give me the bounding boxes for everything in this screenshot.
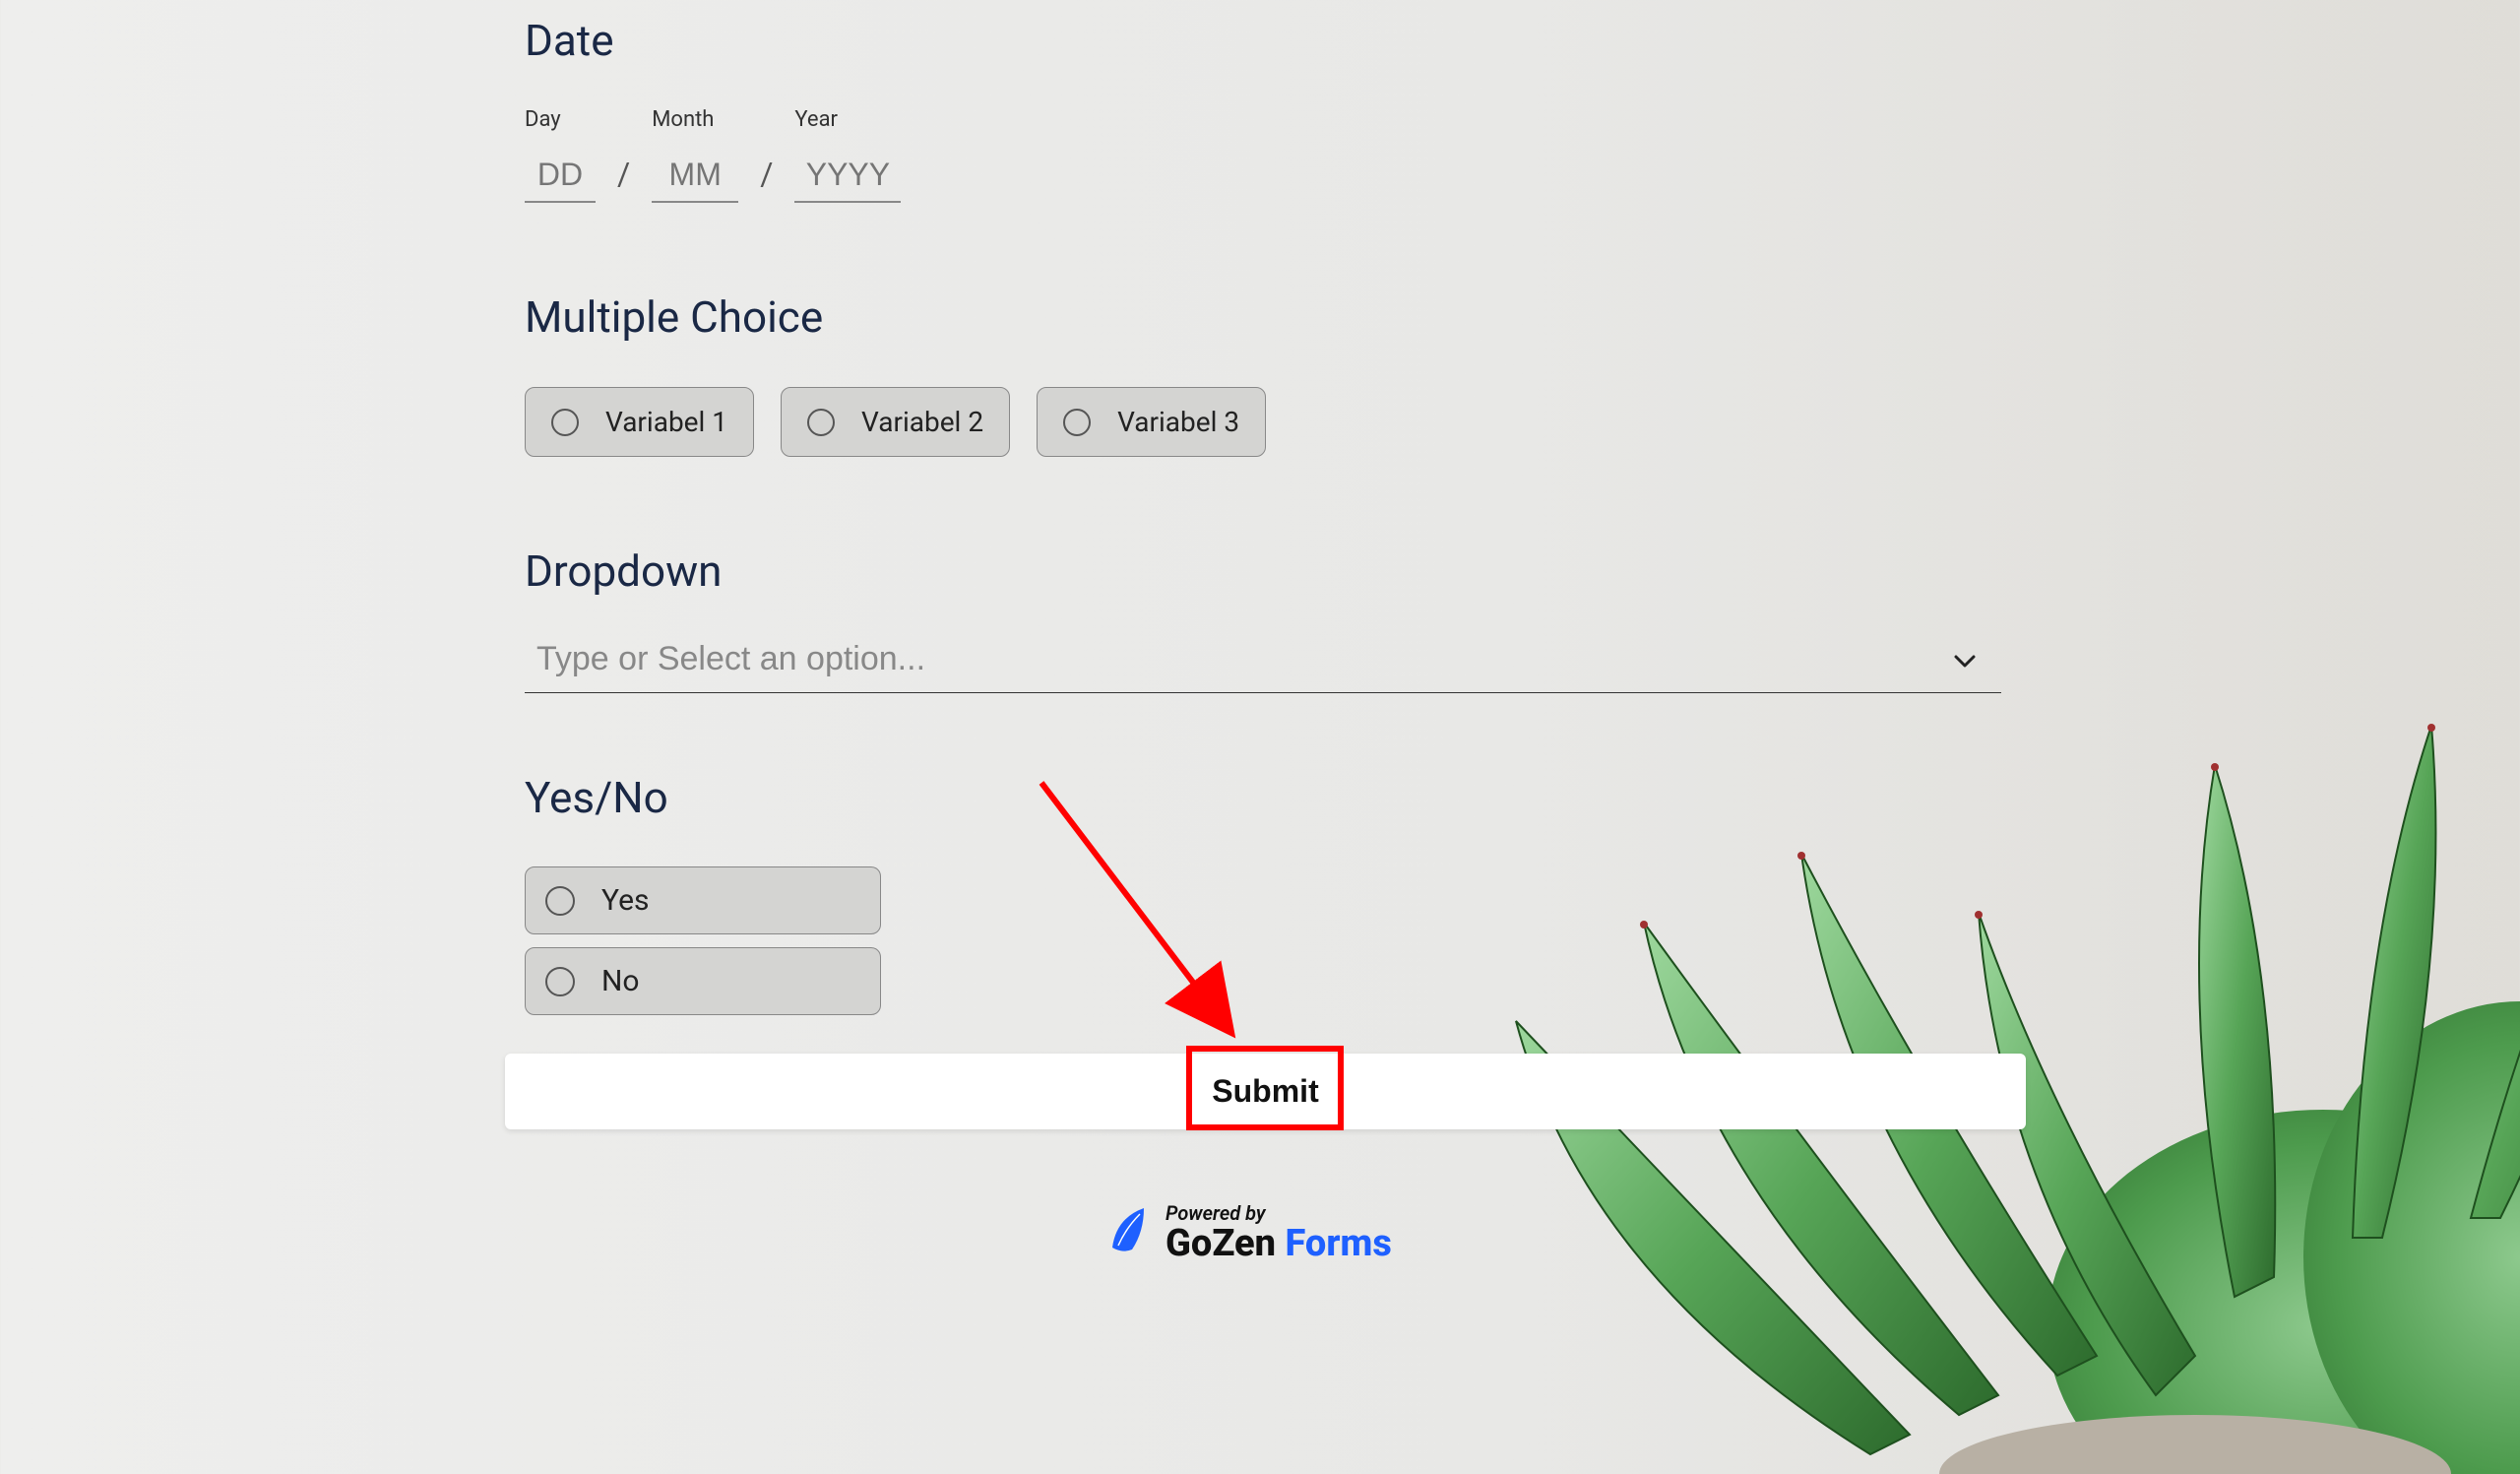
date-section: Date Day / Month / Year	[525, 15, 2021, 203]
date-separator: /	[760, 156, 773, 203]
footer: Powered by GoZen Forms	[1104, 1201, 1392, 1262]
yesno-options: Yes No	[525, 866, 2021, 1015]
date-year-label: Year	[794, 107, 901, 132]
radio-icon	[1063, 409, 1091, 436]
mc-option-3[interactable]: Variabel 3	[1037, 387, 1266, 457]
radio-icon	[545, 886, 575, 916]
date-title: Date	[525, 15, 2021, 66]
mc-option-1[interactable]: Variabel 1	[525, 387, 754, 457]
radio-icon	[807, 409, 835, 436]
footer-brand-forms: Forms	[1286, 1222, 1392, 1265]
date-month-label: Month	[652, 107, 738, 132]
radio-icon	[551, 409, 579, 436]
footer-brand-gozen: GoZen	[1166, 1222, 1286, 1265]
date-inputs-row: Day / Month / Year	[525, 107, 2021, 203]
mc-option-label: Variabel 1	[605, 406, 727, 438]
date-day-group: Day	[525, 107, 596, 203]
mc-option-2[interactable]: Variabel 2	[781, 387, 1010, 457]
yesno-section: Yes/No Yes No	[525, 772, 2021, 1015]
submit-button[interactable]: Submit	[505, 1054, 2026, 1129]
multiple-choice-options: Variabel 1 Variabel 2 Variabel 3	[525, 387, 2021, 457]
mc-option-label: Variabel 2	[861, 406, 983, 438]
dropdown-field[interactable]	[525, 626, 2001, 693]
dropdown-section: Dropdown	[525, 545, 2021, 693]
date-day-label: Day	[525, 107, 596, 132]
multiple-choice-section: Multiple Choice Variabel 1 Variabel 2 Va…	[525, 291, 2021, 457]
date-month-group: Month	[652, 107, 738, 203]
submit-wrap: Submit	[505, 1054, 2026, 1129]
mc-option-label: Variabel 3	[1117, 406, 1239, 438]
date-separator: /	[617, 156, 630, 203]
yesno-yes-label: Yes	[601, 883, 649, 918]
date-year-input[interactable]	[794, 157, 901, 203]
dropdown-input[interactable]	[536, 640, 1954, 678]
footer-brand: GoZen Forms	[1166, 1225, 1392, 1262]
radio-icon	[545, 967, 575, 996]
date-day-input[interactable]	[525, 157, 596, 203]
dropdown-title: Dropdown	[525, 545, 2021, 597]
leaf-icon	[1104, 1204, 1152, 1259]
yesno-title: Yes/No	[525, 772, 2021, 823]
date-year-group: Year	[794, 107, 901, 203]
yesno-option-yes[interactable]: Yes	[525, 866, 881, 934]
yesno-option-no[interactable]: No	[525, 947, 881, 1015]
footer-text: Powered by GoZen Forms	[1166, 1201, 1392, 1262]
multiple-choice-title: Multiple Choice	[525, 291, 2021, 343]
form-container: Date Day / Month / Year Multiple Choice …	[525, 0, 2021, 1099]
date-month-input[interactable]	[652, 157, 738, 203]
yesno-no-label: No	[601, 964, 640, 998]
chevron-down-icon	[1954, 643, 1976, 675]
